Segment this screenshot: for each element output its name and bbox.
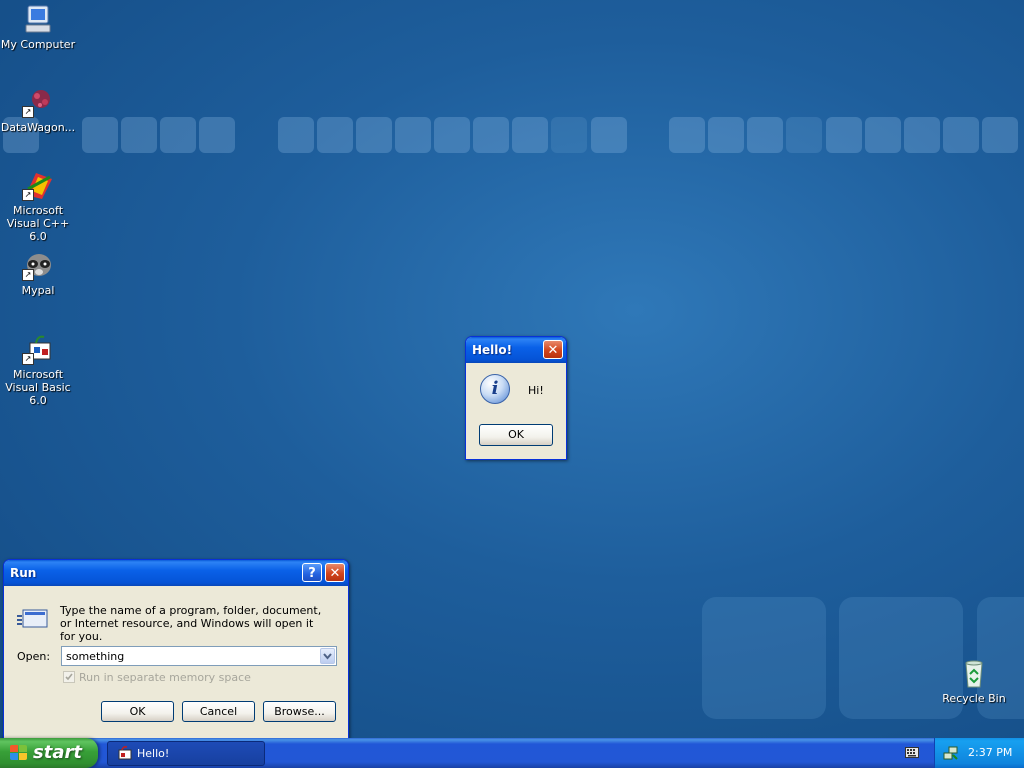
hello-dialog-message: Hi! (528, 384, 544, 397)
my-computer-icon (22, 3, 54, 35)
info-glyph: i (491, 378, 499, 399)
help-icon[interactable]: ? (302, 563, 322, 582)
visual-basic-icon: ↗ (22, 333, 54, 365)
desktop-icon-label: DataWagon... (0, 121, 76, 134)
run-dialog-body: Type the name of a program, folder, docu… (7, 586, 345, 735)
close-icon[interactable]: ✕ (325, 563, 345, 582)
run-description: Type the name of a program, folder, docu… (60, 604, 322, 643)
mypal-icon: ↗ (22, 249, 54, 281)
taskbar: start Hello! 2:37 PM (0, 738, 1024, 768)
desktop-icon-mypal[interactable]: ↗ Mypal (0, 249, 76, 297)
desktop-icon-label: Microsoft Visual C++ 6.0 (6, 204, 70, 243)
run-ok-button[interactable]: OK (101, 701, 174, 722)
hello-dialog-titlebar[interactable]: Hello! ✕ (466, 337, 566, 363)
hello-dialog: Hello! ✕ i Hi! OK (465, 336, 567, 460)
run-dialog-titlebar[interactable]: Run ? ✕ (4, 560, 348, 586)
desktop-icon-label: Mypal (21, 284, 55, 297)
cancel-button[interactable]: Cancel (182, 701, 255, 722)
desktop-icon-datawagon[interactable]: ↗ DataWagon... (0, 86, 76, 134)
visual-cpp-icon: ↗ (22, 169, 54, 201)
taskbar-item-label: Hello! (137, 747, 170, 760)
shortcut-arrow-icon: ↗ (22, 106, 34, 118)
check-icon (65, 673, 73, 681)
windows-logo-icon (10, 745, 28, 761)
memory-space-checkbox[interactable] (63, 671, 75, 683)
open-input[interactable]: something (66, 650, 124, 663)
desktop-icon-my-computer[interactable]: My Computer (0, 3, 76, 51)
desktop-icon-recycle-bin[interactable]: Recycle Bin (936, 657, 1012, 705)
start-label: start (33, 742, 82, 763)
desktop-icon-label: Microsoft Visual Basic 6.0 (5, 368, 71, 407)
keyboard-icon[interactable] (905, 747, 919, 758)
run-dialog: Run ? ✕ Type the name of a program, fold… (3, 559, 349, 738)
shortcut-arrow-icon: ↗ (22, 189, 34, 201)
desktop-background: My Computer ↗ DataWagon... ↗ Microsoft V… (0, 0, 1024, 738)
system-tray: 2:37 PM (934, 738, 1024, 768)
close-icon[interactable]: ✕ (543, 340, 563, 359)
desktop-icon-label: My Computer (0, 38, 76, 51)
wallpaper-big-tile (702, 597, 826, 719)
shortcut-arrow-icon: ↗ (22, 269, 34, 281)
desktop-icon-visual-cpp[interactable]: ↗ Microsoft Visual C++ 6.0 (0, 169, 76, 243)
desktop-icon-label: Recycle Bin (942, 692, 1006, 705)
desktop-icon-visual-basic[interactable]: ↗ Microsoft Visual Basic 6.0 (0, 333, 76, 407)
recycle-bin-icon (958, 657, 990, 689)
taskbar-item-hello[interactable]: Hello! (107, 741, 265, 766)
chevron-down-icon[interactable] (320, 648, 335, 664)
network-icon[interactable] (943, 745, 959, 761)
run-program-icon (17, 608, 49, 630)
open-combobox[interactable]: something (61, 646, 337, 666)
hello-dialog-title: Hello! (472, 343, 513, 357)
run-dialog-title: Run (10, 566, 37, 580)
app-task-icon (118, 746, 132, 760)
browse-button[interactable]: Browse... (263, 701, 336, 722)
wallpaper-tile-row (0, 117, 1024, 153)
info-icon: i (480, 374, 510, 404)
start-button[interactable]: start (0, 738, 98, 768)
clock[interactable]: 2:37 PM (968, 746, 1012, 759)
open-label: Open: (17, 650, 51, 663)
hello-dialog-body: i Hi! OK (469, 363, 563, 456)
shortcut-arrow-icon: ↗ (22, 353, 34, 365)
datawagon-icon: ↗ (22, 86, 54, 118)
memory-space-label: Run in separate memory space (79, 671, 251, 684)
ok-button[interactable]: OK (479, 424, 553, 446)
